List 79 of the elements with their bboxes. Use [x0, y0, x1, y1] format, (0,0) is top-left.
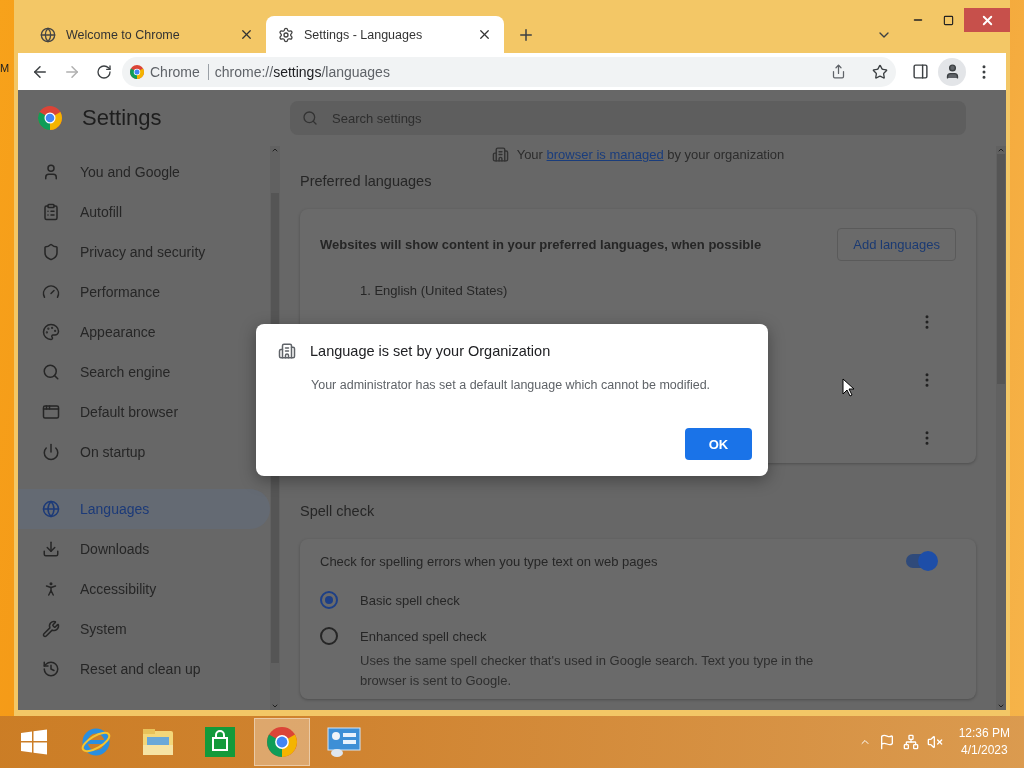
palette-icon: [42, 323, 60, 341]
section-heading: Spell check: [300, 503, 376, 521]
chrome-icon: [130, 64, 144, 79]
close-icon[interactable]: [239, 27, 254, 42]
side-panel-icon[interactable]: [911, 63, 929, 80]
sidebar-item[interactable]: Search engine: [18, 352, 270, 392]
desktop-icon-label: M: [0, 62, 10, 74]
share-icon[interactable]: [831, 64, 846, 79]
shield-icon: [42, 243, 60, 261]
sidebar-item[interactable]: Accessibility: [18, 569, 270, 609]
spell-check-toggle[interactable]: [906, 554, 936, 568]
sidebar-item[interactable]: Performance: [18, 272, 270, 312]
managed-link[interactable]: browser is managed: [546, 147, 664, 162]
languages-description: Websites will show content in your preferred languages, when possible: [320, 236, 762, 252]
managed-notice: Your browser is managed by your organization: [516, 147, 785, 162]
option-label: Enhanced spell check: [360, 628, 488, 646]
control-panel-icon: [327, 726, 361, 758]
dialog-message: Your administrator has set a default language which cannot be modified.: [311, 378, 712, 392]
dialog-title: Language is set by your Organization: [310, 343, 551, 359]
sidebar-item[interactable]: Autofill: [18, 192, 270, 232]
scroll-down-icon[interactable]: [997, 702, 1005, 710]
person-icon: [42, 163, 60, 181]
maximize-icon[interactable]: [943, 14, 954, 26]
search-icon: [42, 363, 60, 381]
add-languages-button[interactable]: Add languages: [837, 227, 956, 261]
scroll-up-icon[interactable]: [271, 146, 279, 154]
folder-icon: [142, 728, 174, 756]
chrome-icon: [267, 727, 297, 757]
radio-button[interactable]: [320, 627, 338, 645]
globe-icon: [40, 26, 56, 43]
settings-title: Settings: [82, 105, 162, 131]
scrollbar-thumb[interactable]: [997, 154, 1005, 384]
building-icon: [491, 146, 509, 163]
scroll-up-icon[interactable]: [997, 146, 1005, 154]
browser-window-icon: [42, 403, 60, 421]
sidebar-item[interactable]: Reset and clean up: [18, 649, 270, 689]
close-window-button[interactable]: [964, 8, 1010, 32]
search-icon: [302, 110, 318, 126]
clipboard-icon: [42, 203, 60, 221]
sidebar-item[interactable]: On startup: [18, 432, 270, 472]
browser-tab[interactable]: Welcome to Chrome: [28, 16, 266, 53]
section-heading: Preferred languages: [300, 173, 433, 191]
radio-button[interactable]: [320, 591, 338, 609]
flag-icon[interactable]: [878, 734, 895, 750]
sidebar-item[interactable]: Privacy and security: [18, 232, 270, 272]
sidebar-item[interactable]: Downloads: [18, 529, 270, 569]
sidebar-item[interactable]: Languages: [18, 489, 270, 529]
reload-icon[interactable]: [96, 63, 112, 80]
globe-icon: [42, 500, 60, 518]
sidebar-item[interactable]: Appearance: [18, 312, 270, 352]
network-icon[interactable]: [902, 734, 919, 750]
address-bar[interactable]: Chrome chrome://settings/languages: [122, 56, 896, 87]
wrench-icon: [42, 620, 60, 638]
spell-check-label: Check for spelling errors when you type text on web pages: [320, 553, 658, 569]
building-icon: [278, 342, 296, 360]
internet-explorer-icon: [80, 726, 112, 758]
clock[interactable]: 12:36 PM 4/1/2023: [958, 725, 1010, 759]
muted-speaker-icon[interactable]: [926, 734, 943, 750]
browser-tab[interactable]: Settings - Languages: [266, 16, 504, 53]
close-icon[interactable]: [477, 27, 492, 42]
gauge-icon: [42, 283, 60, 301]
language-item: 1. English (United States): [359, 282, 508, 298]
option-label: Basic spell check: [360, 592, 460, 610]
store-icon: [205, 727, 235, 757]
history-icon: [42, 660, 60, 678]
taskbar-app[interactable]: [254, 718, 310, 766]
power-icon: [42, 443, 60, 461]
scroll-down-icon[interactable]: [271, 702, 279, 710]
ok-button[interactable]: OK: [685, 428, 752, 460]
download-icon: [42, 540, 60, 558]
windows-logo-icon[interactable]: [21, 729, 47, 755]
new-tab-icon[interactable]: [517, 26, 535, 44]
sidebar-item[interactable]: You and Google: [18, 152, 270, 192]
sidebar-item[interactable]: Default browser: [18, 392, 270, 432]
chrome-logo-icon: [38, 106, 62, 130]
mouse-cursor-icon: [842, 378, 854, 397]
settings-icon: [278, 26, 294, 43]
sidebar-item[interactable]: System: [18, 609, 270, 649]
bookmark-star-icon[interactable]: [872, 63, 888, 80]
